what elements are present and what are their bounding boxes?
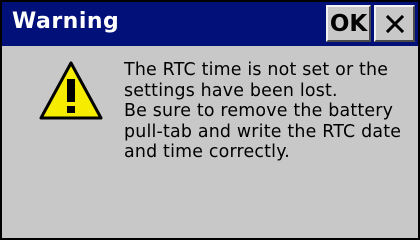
message-line: pull-tab and write the RTC date [124,121,402,142]
message-line: and time correctly. [124,142,290,162]
dialog-body: The RTC time is not set or the settings … [2,46,418,238]
message-line: Be sure to remove the battery [124,101,394,121]
dialog-titlebar[interactable]: Warning OK [2,2,418,46]
close-button[interactable] [374,5,415,42]
dialog-title: Warning [12,9,120,34]
ok-button[interactable]: OK [326,5,371,42]
close-icon [385,14,404,33]
message-line: settings have been lost. [124,80,338,101]
warning-icon [39,61,103,120]
message-line: The RTC time is not set or the [124,60,389,80]
warning-message: The RTC time is not set or the settings … [124,60,414,163]
warning-dialog: Warning OK The RTC time is not set or th… [0,0,420,240]
